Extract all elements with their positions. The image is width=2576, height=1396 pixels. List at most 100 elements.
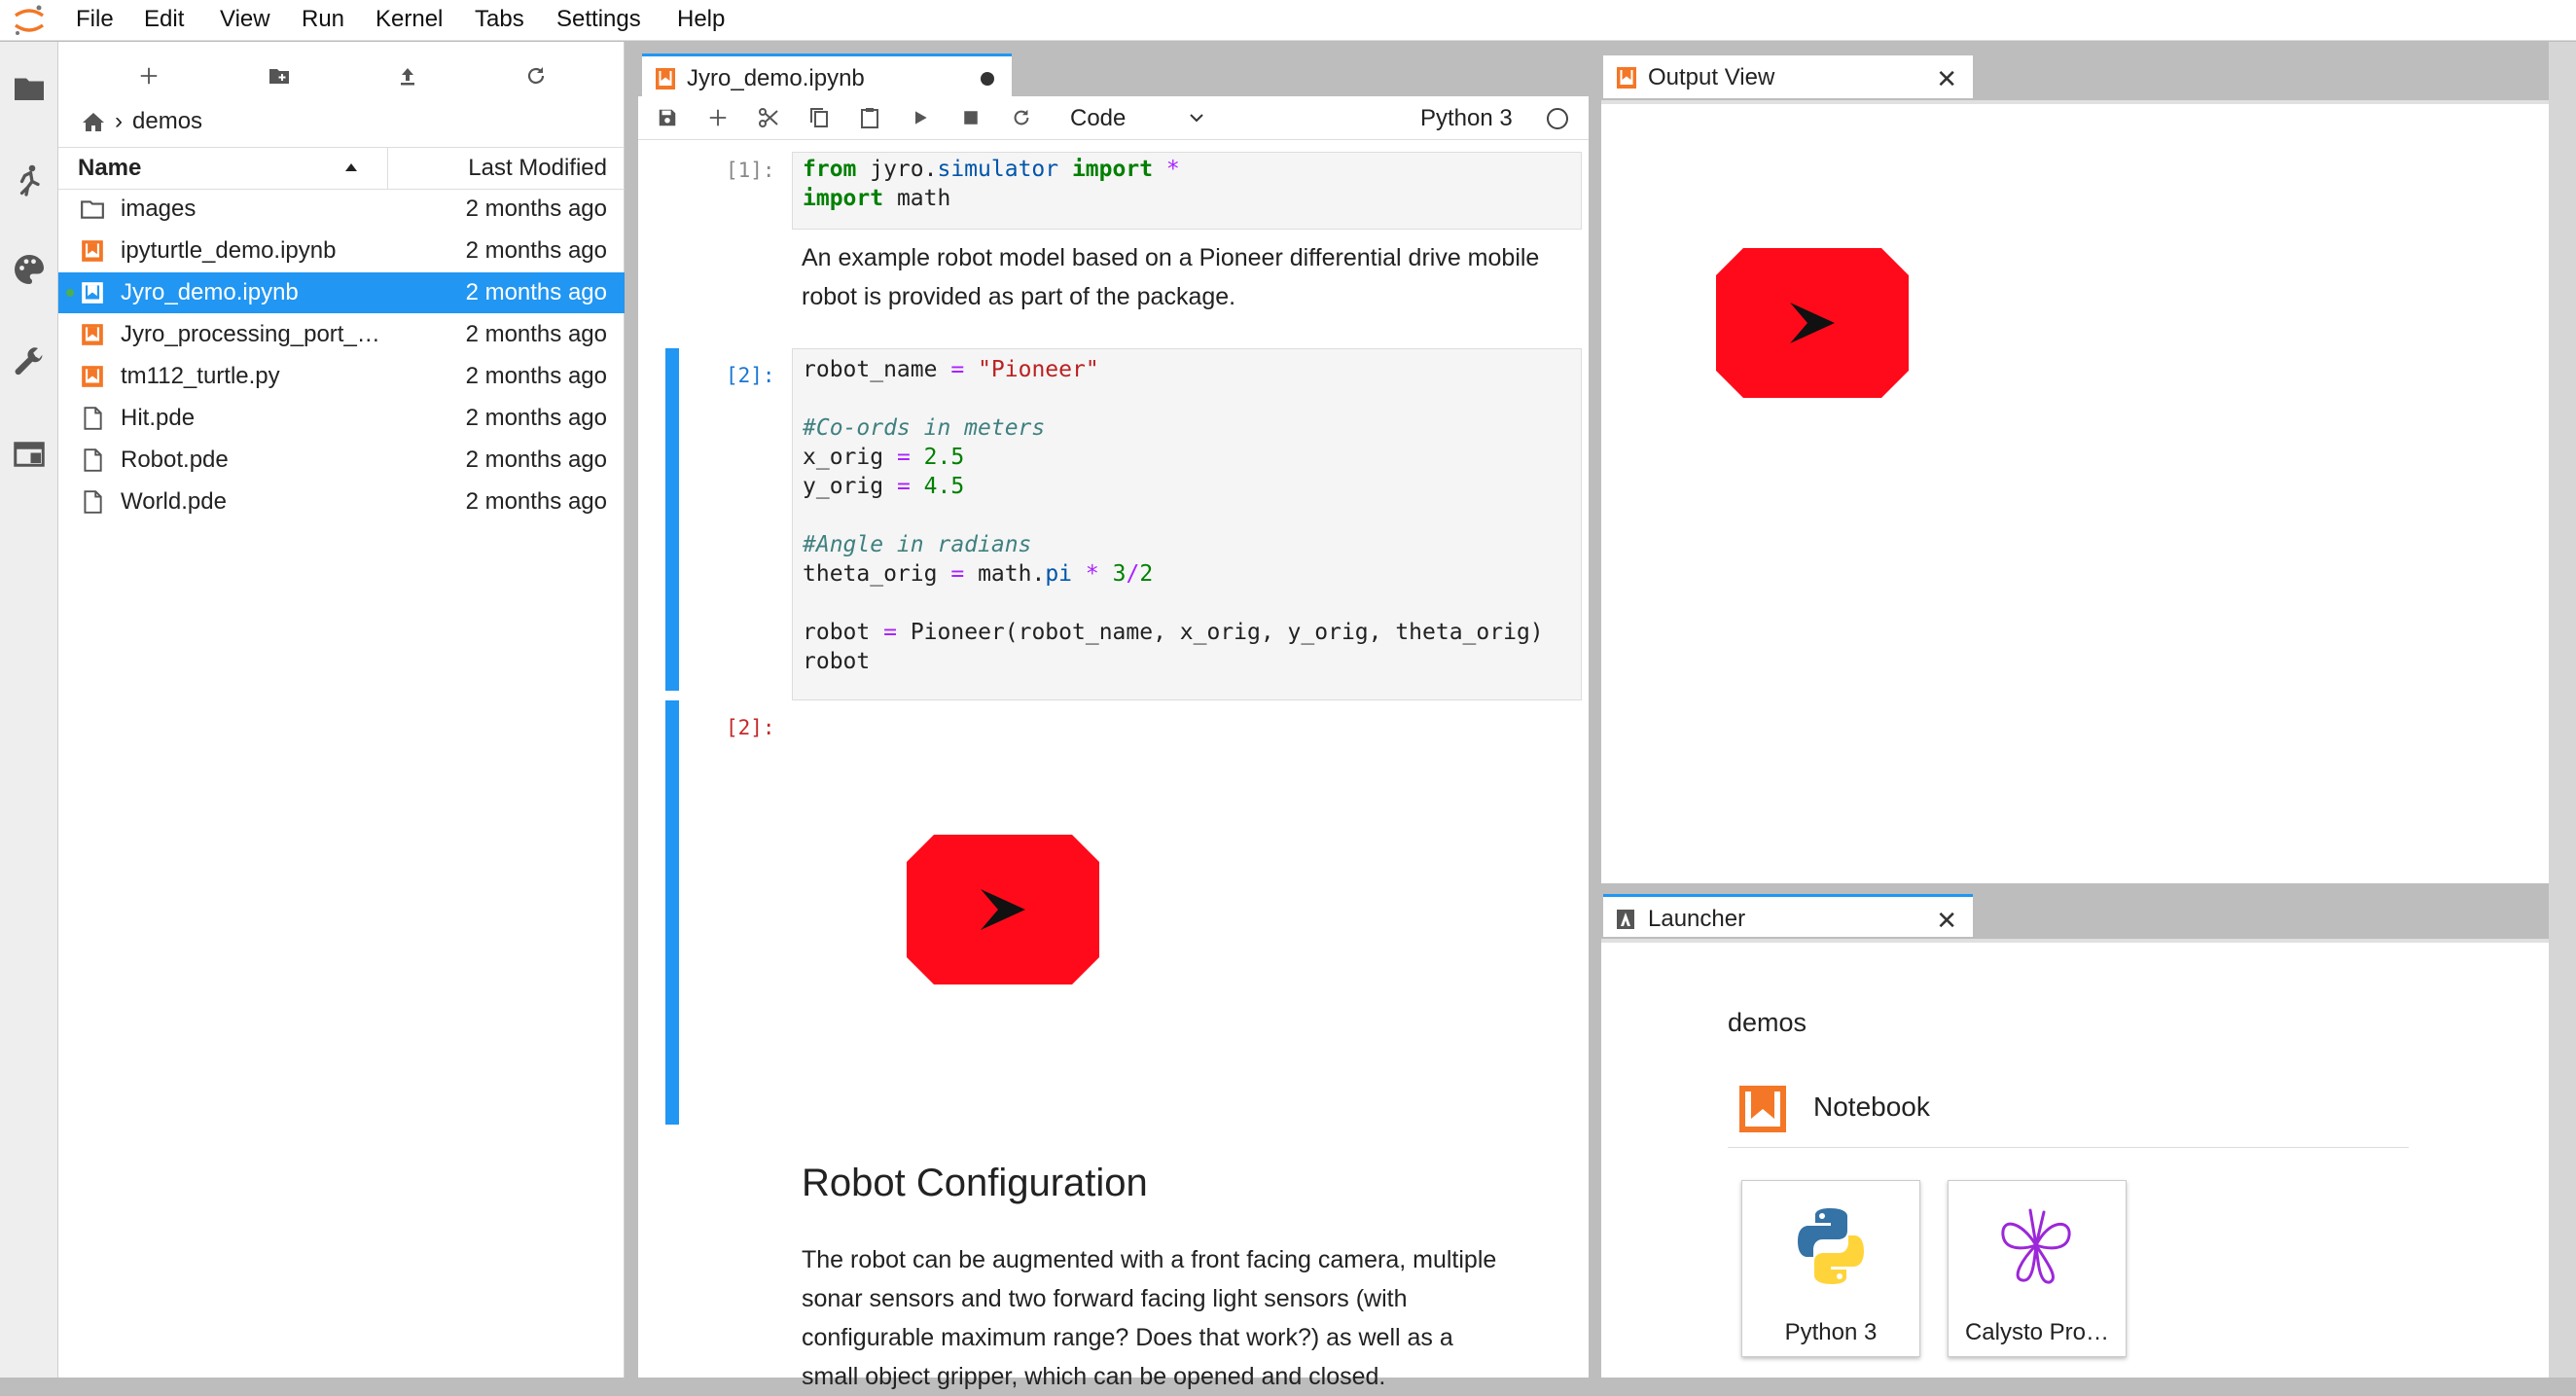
menu-tabs[interactable]: Tabs xyxy=(475,6,524,33)
close-icon[interactable]: ✕ xyxy=(1936,64,1957,94)
card-label: Calysto Pro… xyxy=(1964,1319,2110,1345)
home-icon[interactable] xyxy=(82,111,105,132)
unsaved-dot-icon[interactable] xyxy=(981,72,994,86)
code-operator: = xyxy=(950,561,965,587)
menu-view[interactable]: View xyxy=(220,6,270,33)
copy-button[interactable] xyxy=(804,102,835,133)
launcher-card-calysto[interactable]: Calysto Pro… xyxy=(1948,1180,2127,1357)
file-modified: 2 months ago xyxy=(465,321,607,347)
cut-button[interactable] xyxy=(753,102,784,133)
menu-run[interactable]: Run xyxy=(302,6,344,33)
file-row-images[interactable]: images 2 months ago xyxy=(58,189,625,230)
add-icon xyxy=(709,109,727,126)
notebook-panel: Code Python 3 [1]: from jyro.simulator i… xyxy=(638,96,1589,1390)
column-name-header[interactable]: Name xyxy=(78,155,141,182)
running-icon[interactable] xyxy=(12,162,47,197)
notebook-icon xyxy=(82,324,103,345)
file-modified: 2 months ago xyxy=(465,363,607,389)
launcher-folder: demos xyxy=(1728,1008,1807,1037)
menu-kernel[interactable]: Kernel xyxy=(376,6,443,33)
breadcrumb-separator: › xyxy=(115,108,123,134)
file-row-world-pde[interactable]: World.pde 2 months ago xyxy=(58,482,625,522)
folder-icon[interactable] xyxy=(12,71,47,106)
column-divider xyxy=(387,148,388,189)
file-row-jyro-processing-port[interactable]: Jyro_processing_port_… 2 months ago xyxy=(58,314,625,355)
menu-help[interactable]: Help xyxy=(677,6,725,33)
cut-icon xyxy=(759,108,778,127)
code-operator: * xyxy=(1085,561,1099,587)
menu-file[interactable]: File xyxy=(76,6,114,33)
code-cell-2[interactable]: robot_name = "Pioneer" #Co-ords in meter… xyxy=(792,348,1582,700)
file-name: Robot.pde xyxy=(121,447,229,473)
launcher-card-python3[interactable]: Python 3 xyxy=(1741,1180,1920,1357)
kernel-status-icon xyxy=(1547,108,1568,129)
file-icon xyxy=(84,407,102,430)
file-row-hit-pde[interactable]: Hit.pde 2 months ago xyxy=(58,398,625,439)
menu-settings[interactable]: Settings xyxy=(556,6,641,33)
cell-type-select[interactable]: Code xyxy=(1056,102,1203,133)
file-name: Jyro_processing_port_… xyxy=(121,321,380,347)
tabs-icon[interactable] xyxy=(12,437,47,472)
file-modified: 2 months ago xyxy=(465,279,607,305)
upload-button[interactable] xyxy=(391,59,424,92)
notebook-icon xyxy=(1617,67,1636,89)
file-modified: 2 months ago xyxy=(465,447,607,473)
close-icon[interactable]: ✕ xyxy=(1936,906,1957,936)
file-name: ipyturtle_demo.ipynb xyxy=(121,237,337,264)
file-modified: 2 months ago xyxy=(465,405,607,431)
code-keyword: import xyxy=(803,186,884,211)
code-text: math xyxy=(883,186,951,211)
code-text: robot_name xyxy=(803,357,938,382)
running-indicator xyxy=(66,289,74,297)
menu-edit[interactable]: Edit xyxy=(144,6,184,33)
notebook-icon xyxy=(82,282,103,304)
code-operator: = xyxy=(883,620,897,645)
new-launcher-icon xyxy=(140,67,158,85)
file-row-ipyturtle-demo[interactable]: ipyturtle_demo.ipynb 2 months ago xyxy=(58,231,625,271)
markdown-heading: Robot Configuration xyxy=(802,1162,1148,1204)
refresh-button[interactable] xyxy=(519,59,553,92)
code-attribute: pi xyxy=(1045,561,1073,587)
code-number: 4.5 xyxy=(923,474,965,499)
code-text: math. xyxy=(978,561,1046,587)
tab-jyro-demo[interactable]: Jyro_demo.ipynb xyxy=(642,54,1012,96)
code-cell-1[interactable]: from jyro.simulator import * import math xyxy=(792,152,1582,230)
file-row-jyro-demo[interactable]: Jyro_demo.ipynb 2 months ago xyxy=(58,272,625,313)
palette-icon[interactable] xyxy=(12,252,47,287)
new-folder-button[interactable] xyxy=(263,59,296,92)
file-name: tm112_turtle.py xyxy=(121,363,280,389)
scrollbar[interactable] xyxy=(2549,42,2576,1378)
wrench-icon[interactable] xyxy=(12,345,47,380)
markdown-cell-1: An example robot model based on a Pionee… xyxy=(802,244,1540,310)
save-button[interactable] xyxy=(652,102,683,133)
run-button[interactable] xyxy=(905,102,936,133)
insert-cell-button[interactable] xyxy=(702,102,733,133)
paste-button[interactable] xyxy=(854,102,885,133)
tab-output-view[interactable]: Output View ✕ xyxy=(1603,55,1973,98)
robot-output-image xyxy=(907,835,1099,984)
file-icon xyxy=(84,448,102,472)
column-modified-header[interactable]: Last Modified xyxy=(468,155,607,182)
new-folder-icon xyxy=(269,69,289,84)
file-row-tm112-turtle[interactable]: tm112_turtle.py 2 months ago xyxy=(58,356,625,397)
python-logo-icon xyxy=(1798,1208,1864,1284)
code-text: robot xyxy=(803,620,871,645)
file-row-robot-pde[interactable]: Robot.pde 2 months ago xyxy=(58,440,625,481)
restart-button[interactable] xyxy=(1006,102,1037,133)
file-modified: 2 months ago xyxy=(465,488,607,515)
file-name: Jyro_demo.ipynb xyxy=(121,279,299,305)
code-number: 2.5 xyxy=(923,445,965,470)
breadcrumb-folder[interactable]: demos xyxy=(132,108,202,135)
save-icon xyxy=(659,109,676,126)
tab-launcher[interactable]: Launcher ✕ xyxy=(1603,894,1973,937)
cell-prompt: [2]: xyxy=(726,364,775,387)
left-sidebar xyxy=(0,42,58,1378)
section-title: Notebook xyxy=(1813,1092,1930,1122)
section-divider xyxy=(1728,1147,2409,1148)
new-launcher-button[interactable] xyxy=(132,59,165,92)
launcher-panel: demos Notebook Python 3 Calysto Pro… xyxy=(1601,939,2549,1378)
code-module: simulator xyxy=(937,157,1059,182)
kernel-name[interactable]: Python 3 xyxy=(1420,105,1513,132)
interrupt-button[interactable] xyxy=(955,102,986,133)
code-keyword: import xyxy=(1058,157,1154,182)
